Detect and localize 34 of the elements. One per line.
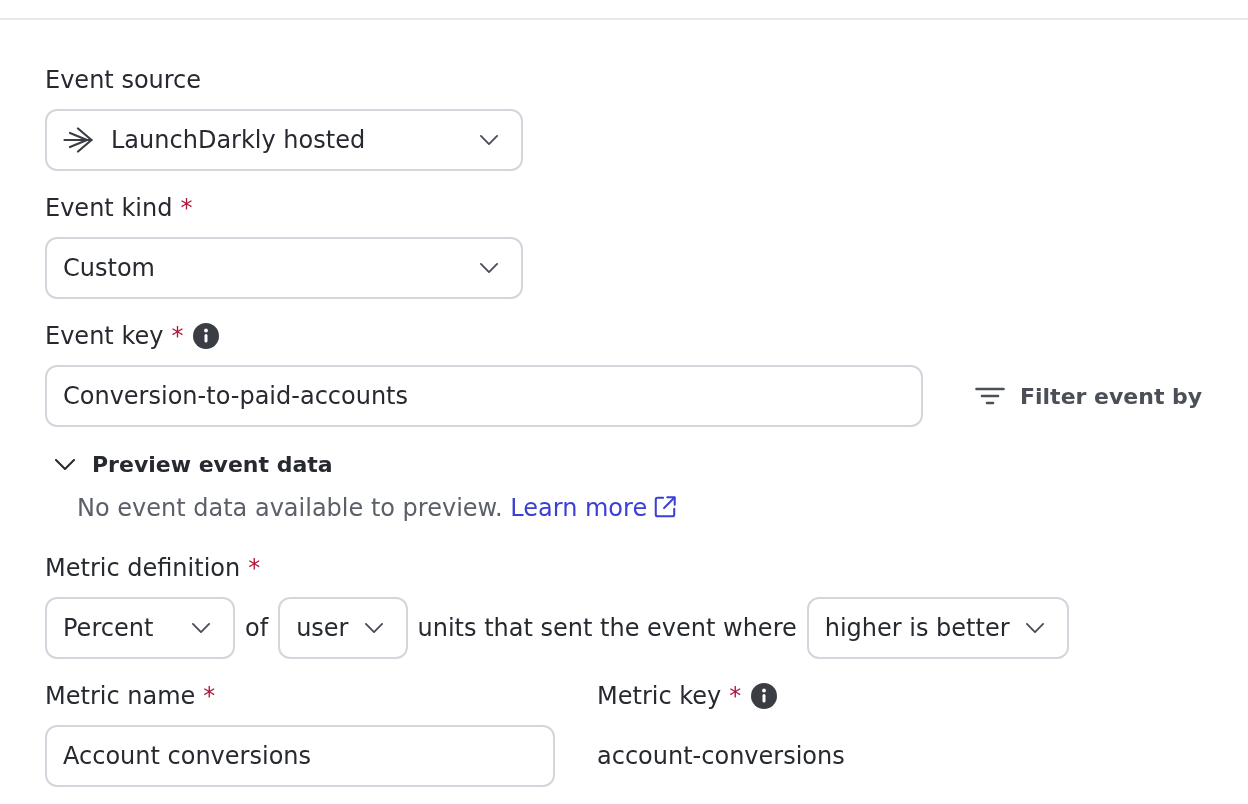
field-label: Event source	[45, 65, 202, 96]
dropdown-select[interactable]: Percent	[45, 597, 235, 659]
preview-message: No event data available to preview. Learn more	[77, 492, 678, 524]
text-input[interactable]: Account conversions	[45, 725, 555, 787]
dropdown-select[interactable]: higher is better	[806, 597, 1069, 659]
required-mark: *	[248, 553, 261, 584]
text-input[interactable]: Conversion-to-paid-accounts	[45, 365, 923, 427]
external-link-icon	[653, 495, 678, 519]
required-mark: *	[180, 193, 193, 224]
chevron-down-icon	[364, 623, 383, 633]
chevron-down-icon	[192, 623, 210, 633]
field-label: Metric name	[45, 681, 196, 712]
info-icon[interactable]	[193, 323, 220, 349]
dropdown-select[interactable]: user	[278, 597, 408, 659]
required-mark: *	[203, 681, 216, 712]
chevron-down-icon	[480, 263, 498, 273]
dropdown-select[interactable]: LaunchDarkly hosted	[45, 109, 523, 171]
preview-toggle[interactable]: Preview event data	[55, 448, 333, 480]
field-label: Event kind	[45, 193, 173, 224]
learn-more-link[interactable]: Learn more	[510, 494, 678, 522]
dropdown-select[interactable]: Custom	[45, 237, 523, 299]
filter-icon	[975, 387, 1005, 405]
definition-text: units that sent the event where	[417, 614, 797, 642]
metric-key-value: account-conversions	[597, 741, 845, 772]
chevron-down-icon	[1025, 623, 1044, 633]
field-label: Event key	[45, 321, 164, 352]
required-mark: *	[729, 681, 742, 712]
filter-button[interactable]: Filter event by	[975, 383, 1203, 409]
field-label: Metric key	[597, 681, 722, 712]
info-icon[interactable]	[751, 683, 778, 709]
chevron-down-icon	[480, 135, 498, 145]
required-mark: *	[171, 321, 184, 352]
definition-text: of	[245, 614, 269, 642]
field-label: Metric definition	[45, 553, 241, 584]
